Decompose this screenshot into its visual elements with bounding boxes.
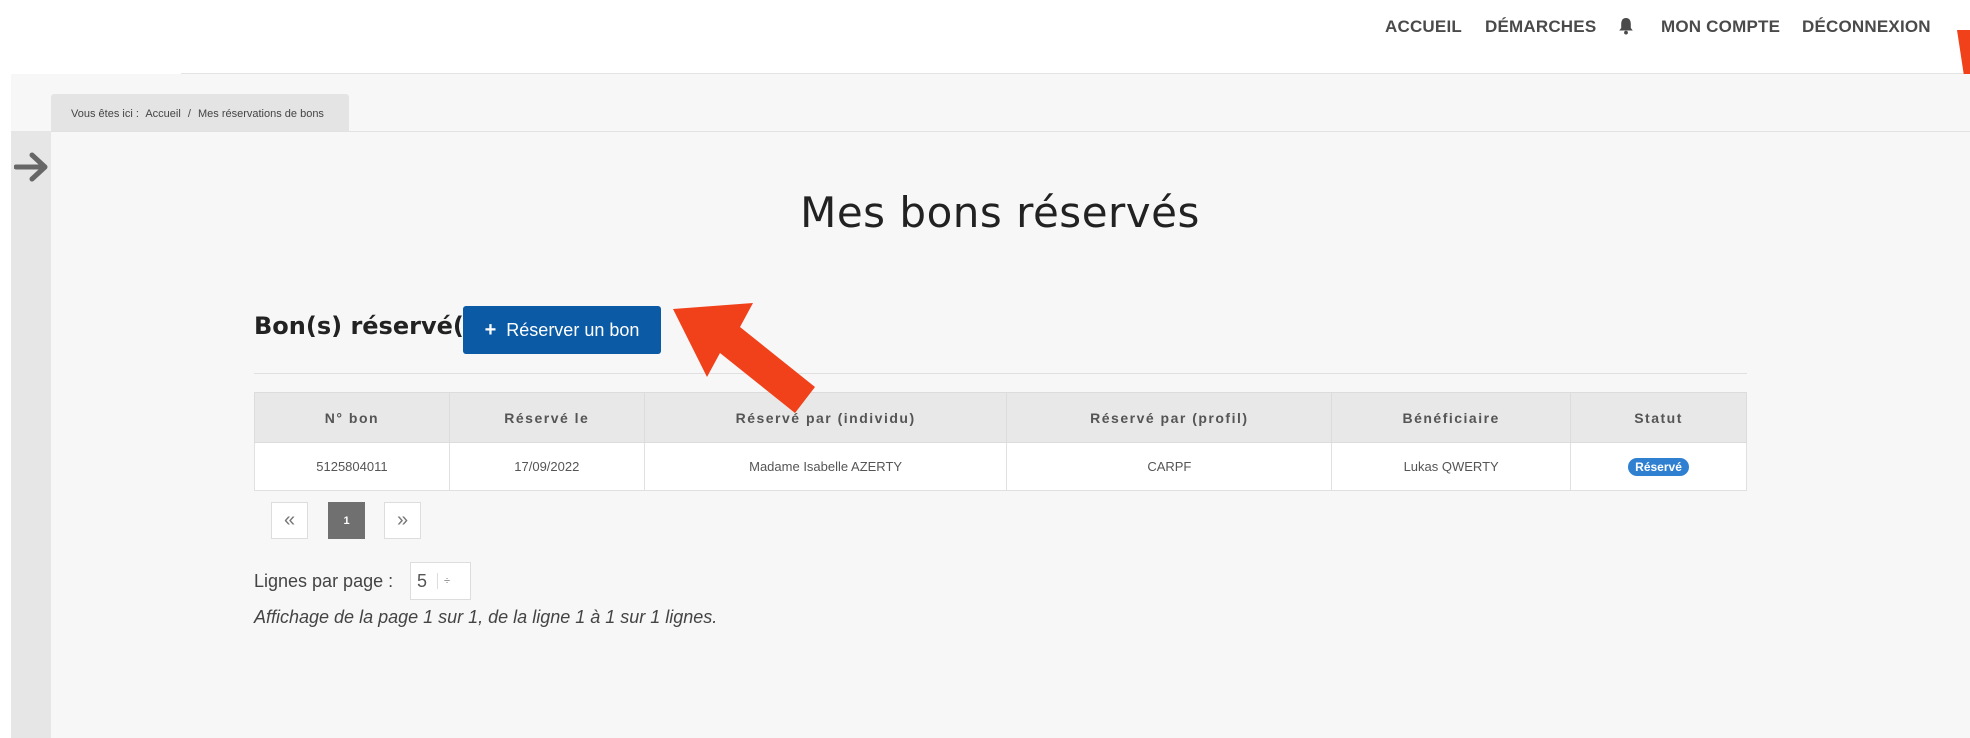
- table-row[interactable]: 5125804011 17/09/2022 Madame Isabelle AZ…: [254, 442, 1747, 491]
- reserve-voucher-label: Réserver un bon: [506, 319, 640, 340]
- nav-accueil[interactable]: ACCUEIL: [1385, 17, 1462, 37]
- breadcrumb-prefix: Vous êtes ici :: [71, 108, 139, 120]
- annotation-arrow: [673, 303, 815, 413]
- breadcrumb: Vous êtes ici : Accueil / Mes réservatio…: [51, 94, 349, 131]
- cell-individu: Madame Isabelle AZERTY: [643, 442, 1008, 491]
- section-title: Bon(s) réservé(s): [254, 312, 490, 340]
- column-header-numero[interactable]: N° bon: [254, 392, 450, 443]
- pagination-page-1[interactable]: 1: [328, 502, 365, 539]
- column-header-statut[interactable]: Statut: [1570, 392, 1747, 443]
- content-top-border: [51, 131, 1970, 132]
- top-navigation: ACCUEIL DÉMARCHES MON COMPTE DÉCONNEXION: [0, 0, 1970, 74]
- nav-demarches[interactable]: DÉMARCHES: [1485, 17, 1596, 37]
- section-divider: [254, 373, 1747, 374]
- pagination-prev-button[interactable]: «: [271, 502, 308, 539]
- plus-icon: +: [484, 318, 497, 341]
- annotation-arrow-corner: [1957, 30, 1970, 76]
- breadcrumb-home-link[interactable]: Accueil: [145, 108, 180, 120]
- cell-numero: 5125804011: [254, 442, 450, 491]
- cell-statut: Réservé: [1570, 442, 1747, 491]
- breadcrumb-current: Mes réservations de bons: [197, 108, 324, 120]
- pagination-next-button[interactable]: »: [384, 502, 421, 539]
- arrow-right-icon[interactable]: [14, 150, 50, 184]
- table-header-row: N° bon Réservé le Réservé par (individu)…: [254, 392, 1747, 443]
- column-header-date[interactable]: Réservé le: [448, 392, 645, 443]
- column-header-beneficiaire[interactable]: Bénéficiaire: [1331, 392, 1572, 443]
- nav-mon-compte[interactable]: MON COMPTE: [1661, 17, 1780, 37]
- select-arrows-icon: ÷: [444, 575, 451, 587]
- cell-profil: CARPF: [1006, 442, 1333, 491]
- rows-per-page-value: 5: [417, 570, 428, 591]
- select-separator: [437, 573, 439, 589]
- reserve-voucher-button[interactable]: + Réserver un bon: [463, 306, 661, 354]
- breadcrumb-separator: /: [187, 108, 191, 120]
- rows-per-page-select[interactable]: 5 ÷: [410, 562, 471, 600]
- bell-icon[interactable]: [1618, 17, 1634, 35]
- reservations-table: N° bon Réservé le Réservé par (individu)…: [254, 392, 1747, 491]
- rows-per-page-label: Lignes par page :: [254, 571, 394, 591]
- pagination-info: Affichage de la page 1 sur 1, de la lign…: [254, 607, 718, 627]
- page-title: Mes bons réservés: [800, 188, 1200, 237]
- column-header-profil[interactable]: Réservé par (profil): [1006, 392, 1333, 443]
- cell-date: 17/09/2022: [448, 442, 645, 491]
- nav-deconnexion[interactable]: DÉCONNEXION: [1802, 17, 1931, 37]
- cell-beneficiaire: Lukas QWERTY: [1331, 442, 1572, 491]
- status-badge: Réservé: [1628, 457, 1689, 476]
